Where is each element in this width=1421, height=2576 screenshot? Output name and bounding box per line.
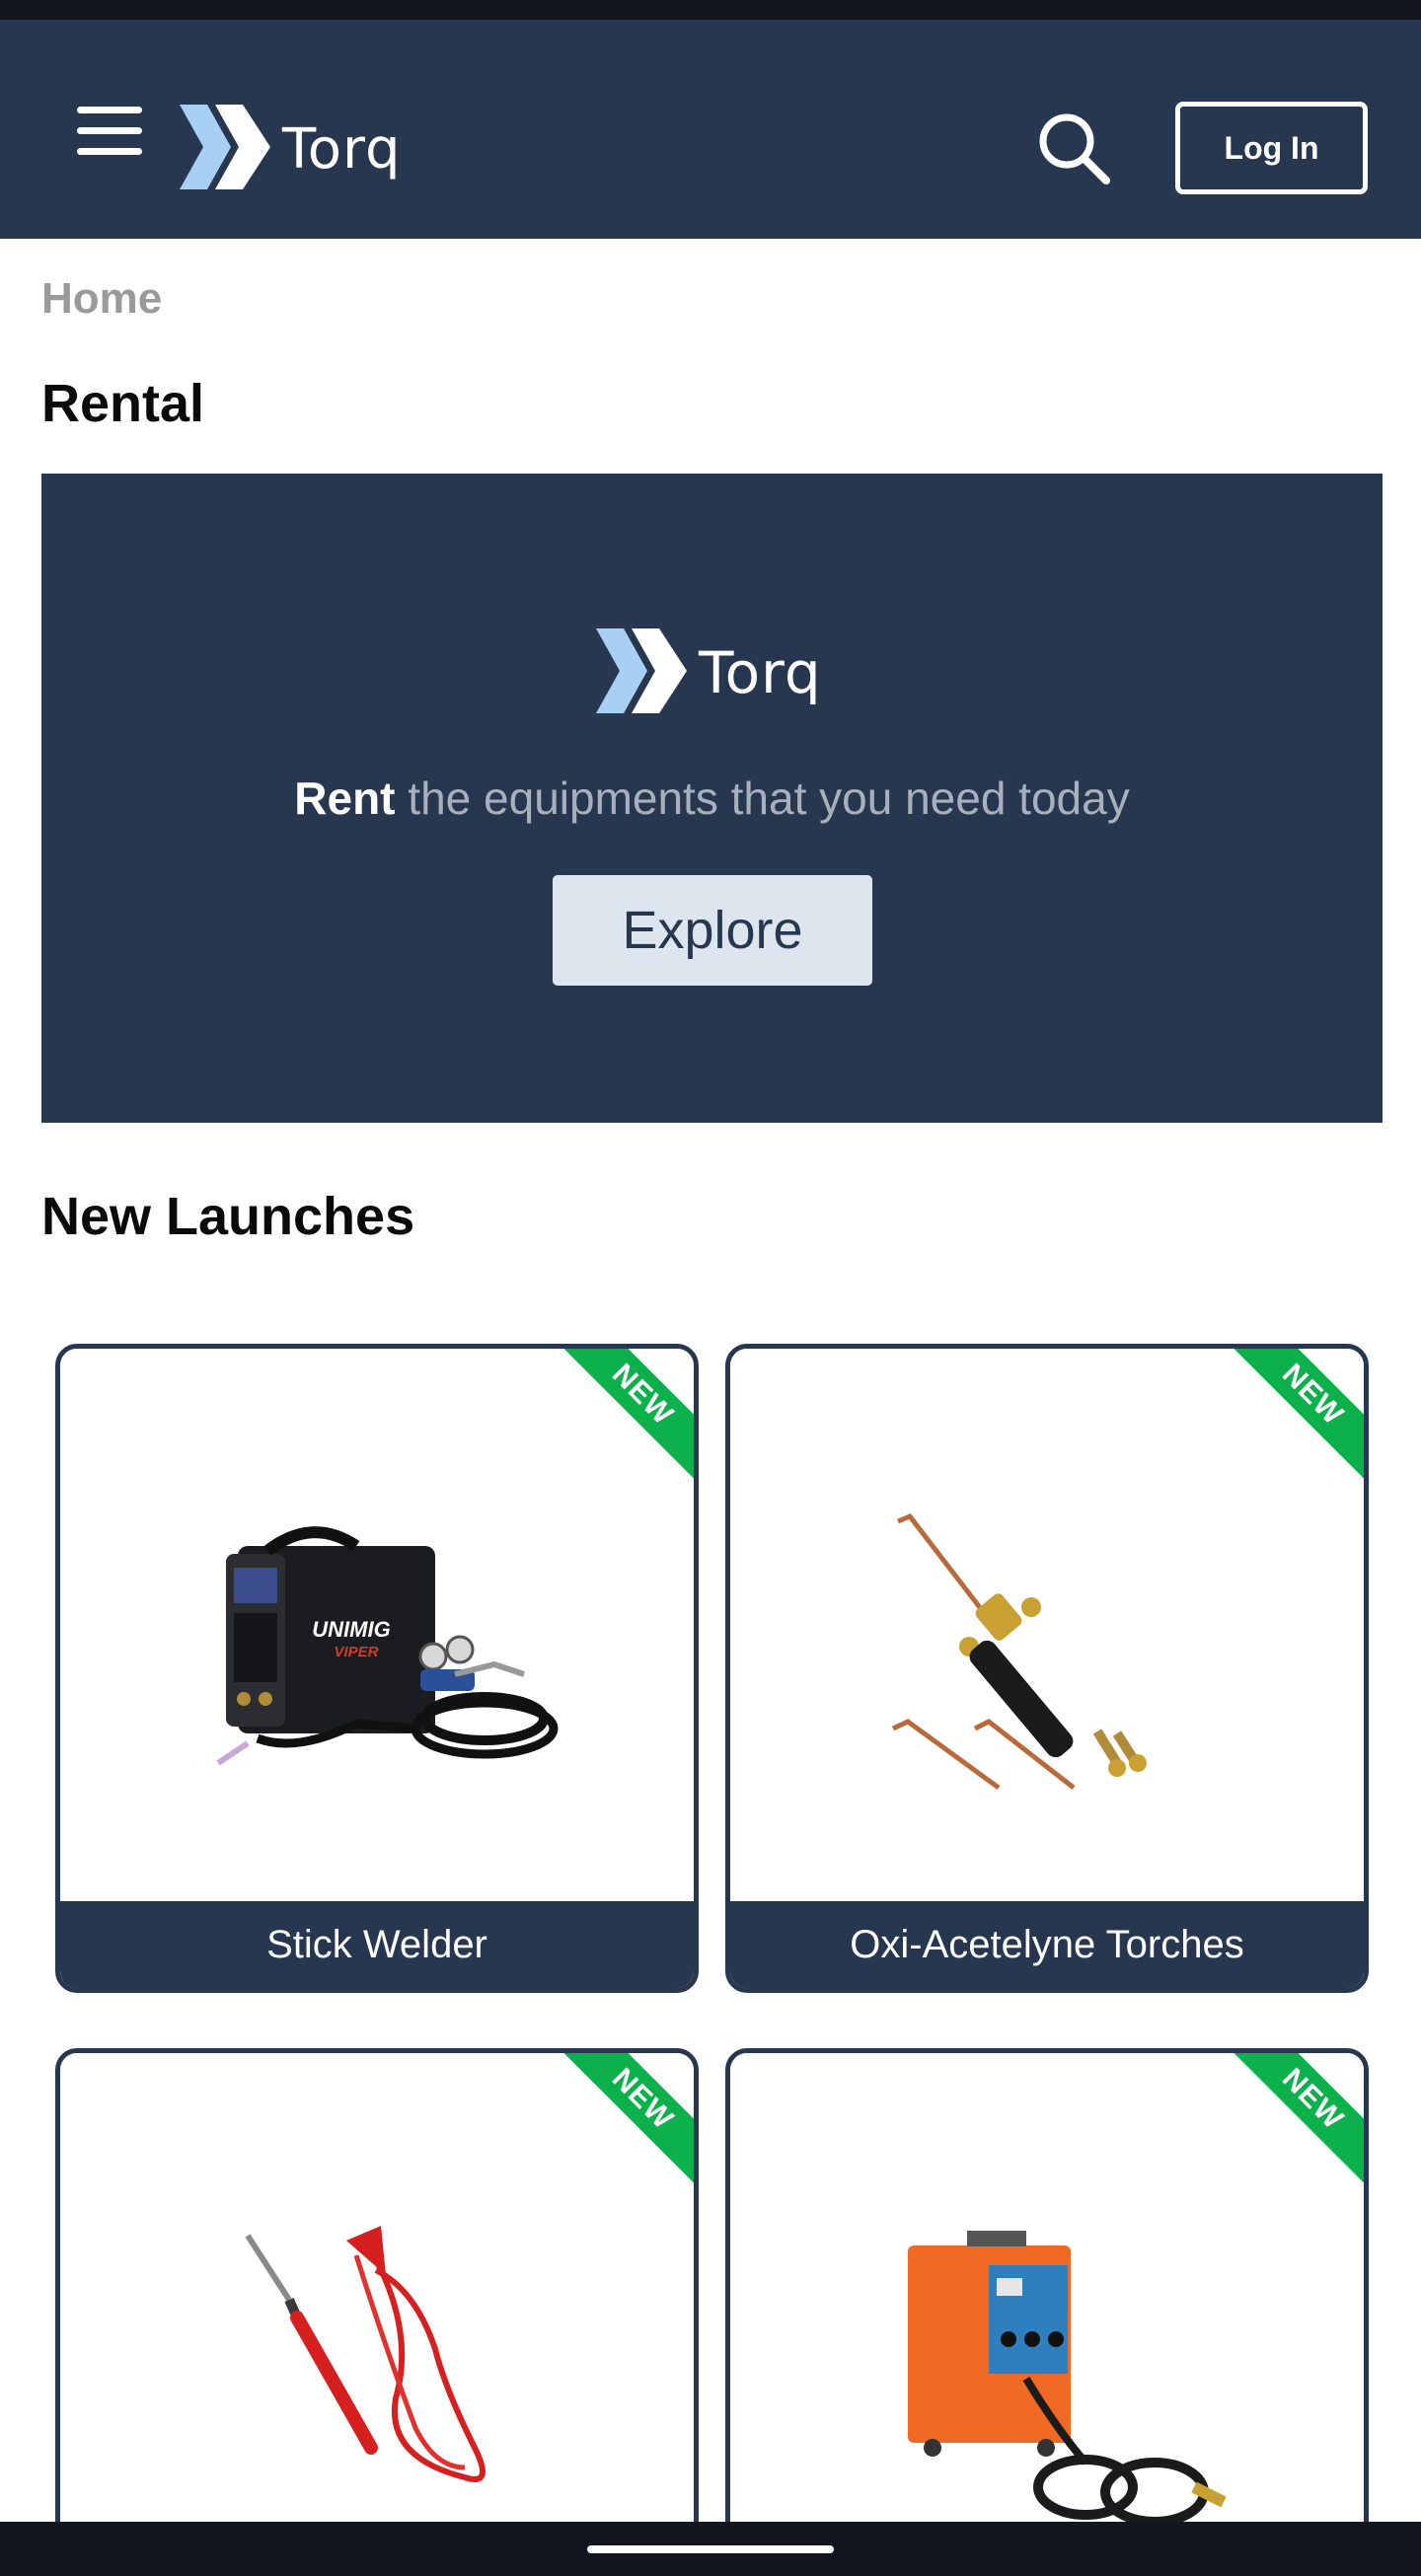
product-card-arc-welder[interactable]: NEW bbox=[725, 2048, 1369, 2576]
soldering-iron-image bbox=[60, 2053, 694, 2576]
product-card-stick-welder[interactable]: UNIMIG VIPER NEW Stick Welder bbox=[55, 1344, 699, 1993]
arc-welder-image bbox=[730, 2053, 1364, 2576]
svg-text:UNIMIG: UNIMIG bbox=[312, 1617, 390, 1642]
brand-name: Torq bbox=[282, 116, 402, 182]
product-name: Oxi-Acetelyne Torches bbox=[730, 1901, 1364, 1988]
product-name: Stick Welder bbox=[60, 1901, 694, 1988]
hero-tagline: Rent the equipments that you need today bbox=[41, 772, 1383, 825]
status-bar bbox=[0, 0, 1421, 20]
hero-brand-name: Torq bbox=[699, 639, 822, 706]
svg-text:VIPER: VIPER bbox=[334, 1644, 378, 1660]
search-icon[interactable] bbox=[1036, 110, 1111, 185]
hero-logo: Torq bbox=[594, 622, 822, 720]
torch-image bbox=[730, 1349, 1364, 1901]
hero-tagline-rest: the equipments that you need today bbox=[395, 773, 1130, 824]
product-card-soldering-iron[interactable]: NEW bbox=[55, 2048, 699, 2576]
hero-tagline-strong: Rent bbox=[294, 773, 396, 824]
product-card-oxi-acetelyne-torches[interactable]: NEW Oxi-Acetelyne Torches bbox=[725, 1344, 1369, 1993]
menu-icon[interactable] bbox=[77, 107, 142, 156]
system-navigation-bar bbox=[0, 2522, 1421, 2576]
page-title: Rental bbox=[41, 374, 205, 433]
new-launches-title: New Launches bbox=[41, 1187, 415, 1246]
torq-chevrons-icon bbox=[596, 628, 687, 713]
breadcrumb-home[interactable]: Home bbox=[41, 274, 162, 324]
hero-banner: Torq Rent the equipments that you need t… bbox=[41, 474, 1383, 1123]
header-logo[interactable]: Torq bbox=[178, 103, 402, 191]
welder-machine-image: UNIMIG VIPER bbox=[60, 1349, 694, 1901]
explore-button[interactable]: Explore bbox=[553, 875, 872, 986]
login-button[interactable]: Log In bbox=[1175, 102, 1368, 194]
home-gesture-handle[interactable] bbox=[587, 2545, 834, 2553]
top-bar: Torq Log In bbox=[0, 20, 1421, 239]
torq-chevrons-icon bbox=[180, 105, 270, 189]
